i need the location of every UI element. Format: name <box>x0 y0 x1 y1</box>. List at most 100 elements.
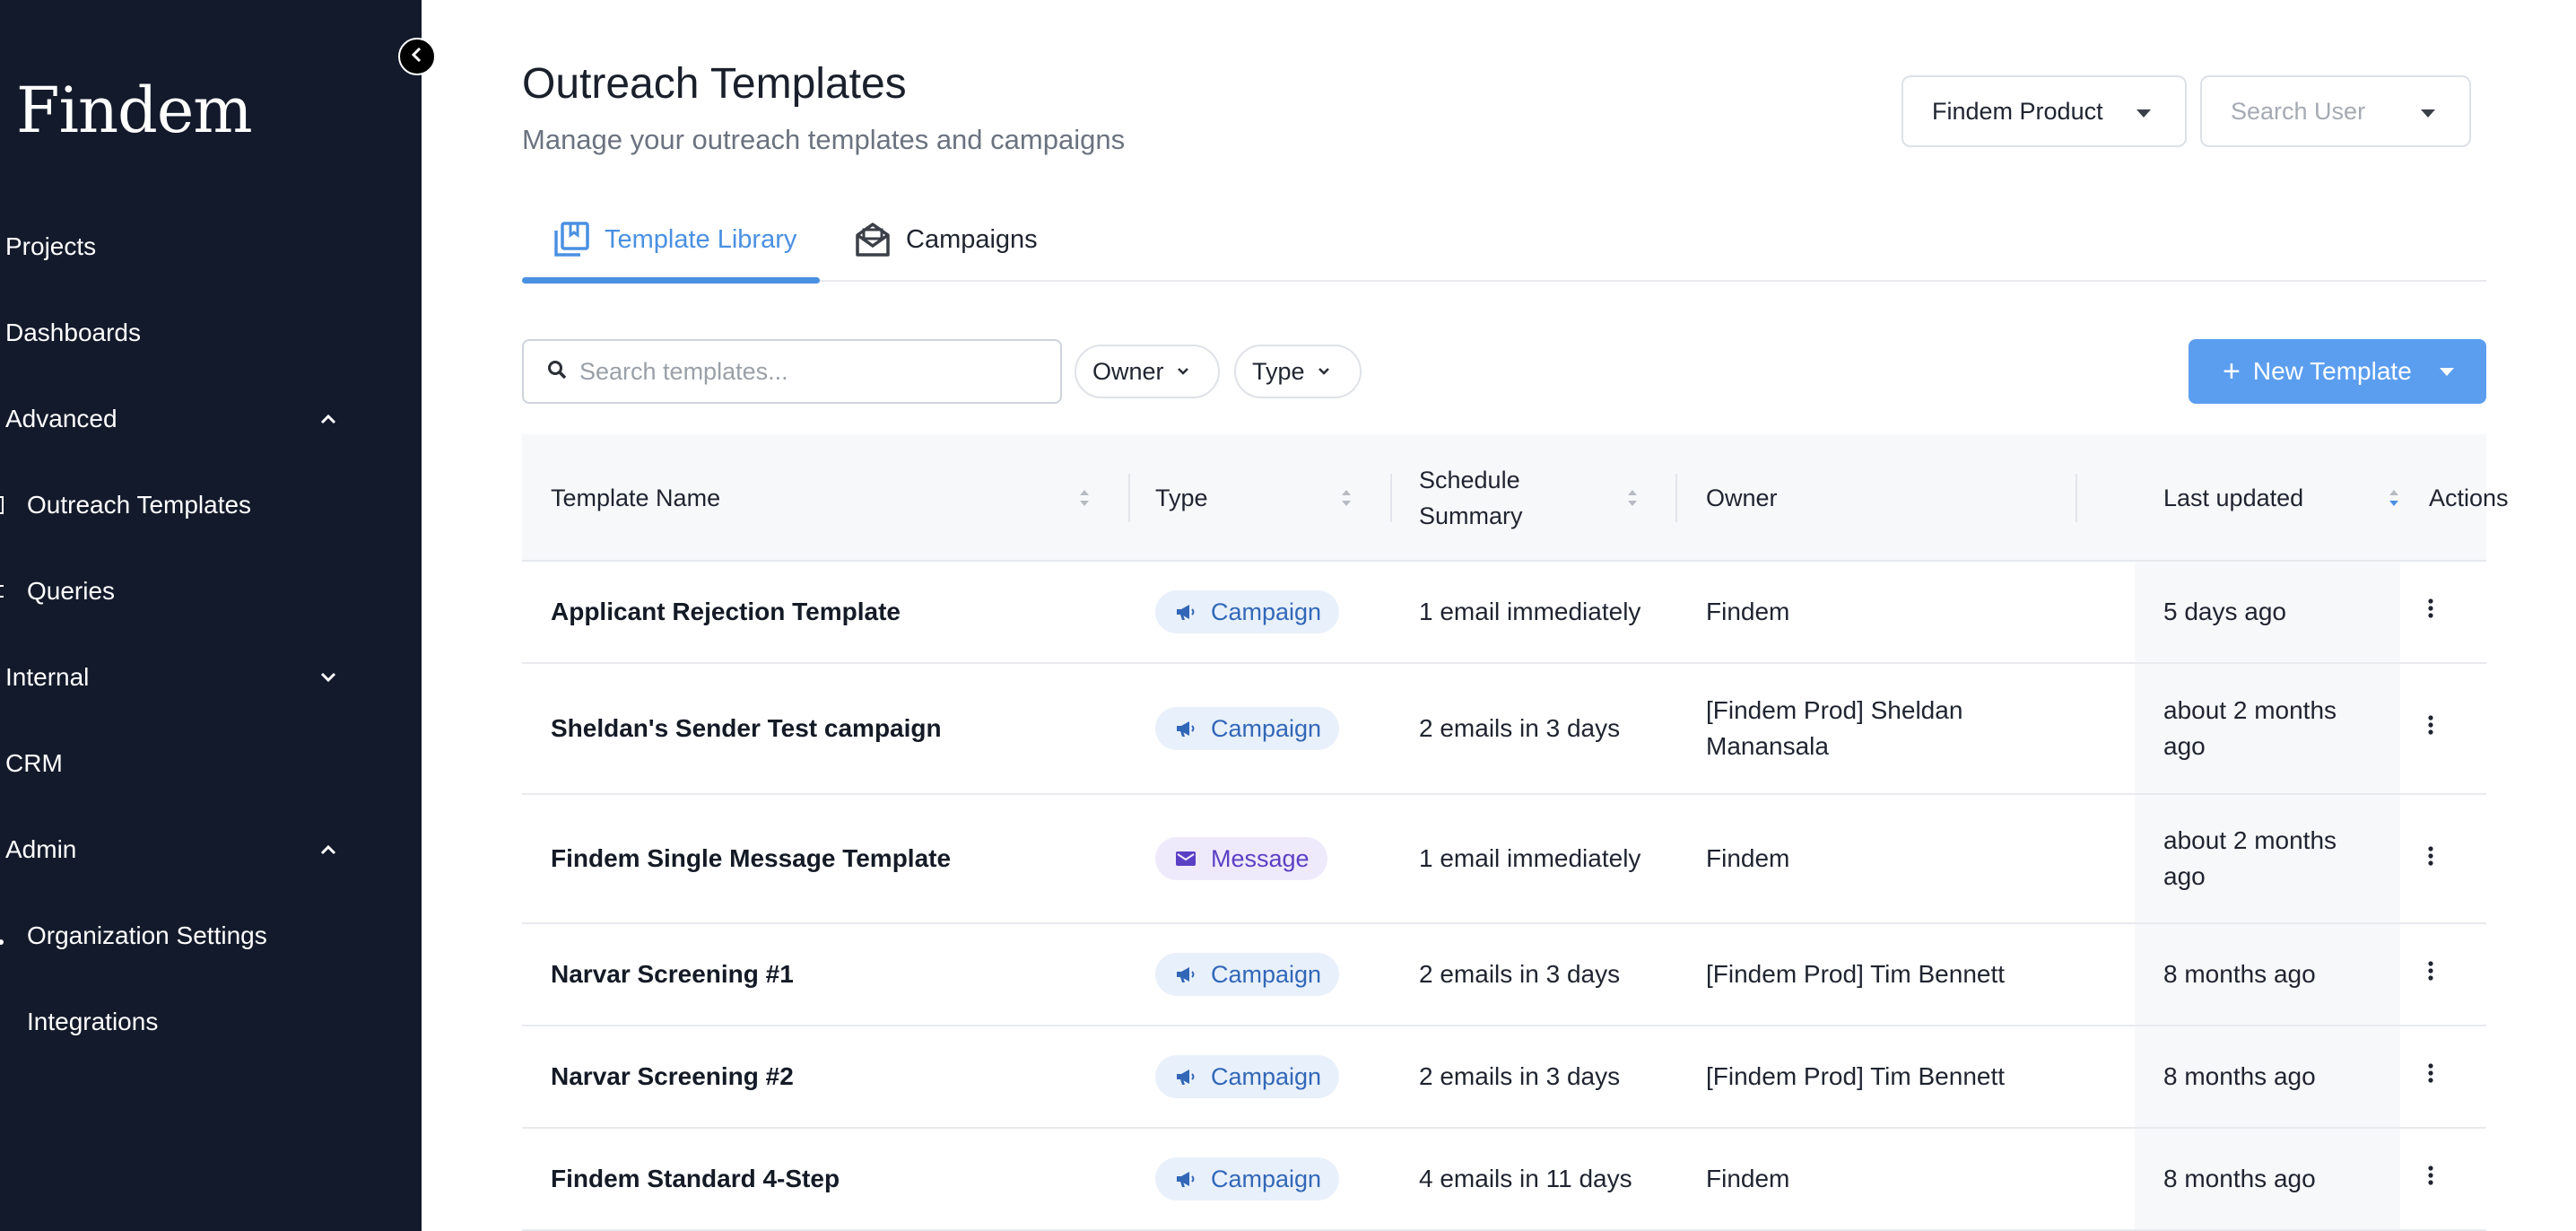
column-header-label: Template Name <box>551 484 721 511</box>
sort-icon[interactable] <box>1626 485 1639 511</box>
sidebar-item-internal[interactable]: Internal <box>0 650 359 704</box>
column-separator <box>1128 474 1130 522</box>
last-updated: 8 months ago <box>2163 1165 2316 1192</box>
table-row[interactable]: Findem Standard 4-Step Campaign 4 emails… <box>522 1129 2486 1231</box>
template-name[interactable]: Sheldan's Sender Test campaign <box>551 664 942 793</box>
sidebar-item-label: Projects <box>5 232 97 260</box>
type-cell: Campaign <box>1155 924 1340 1025</box>
type-cell: Campaign <box>1155 664 1340 793</box>
envelope-open-icon <box>854 221 892 258</box>
caret-down-icon <box>2421 109 2435 118</box>
table-row[interactable]: Findem Single Message Template Message 1… <box>522 795 2486 924</box>
template-name[interactable]: Applicant Rejection Template <box>551 562 901 662</box>
collapse-sidebar-button[interactable] <box>398 38 436 75</box>
tab-label: Template Library <box>605 224 797 254</box>
table-row[interactable]: Narvar Screening #2 Campaign 2 emails in… <box>522 1026 2486 1129</box>
sidebar-item-outreach-templates[interactable]: Outreach Templates <box>0 478 359 532</box>
user-select-placeholder: Search User <box>2231 97 2366 125</box>
column-header-type[interactable]: Type <box>1155 434 1208 562</box>
sidebar: Findem Projects Dashboards Advanced Outr… <box>0 0 422 1231</box>
owner: Findem <box>1706 598 1790 625</box>
sidebar-item-dashboards[interactable]: Dashboards <box>0 306 359 360</box>
table-row[interactable]: Sheldan's Sender Test campaign Campaign … <box>522 664 2486 795</box>
caret-down-icon <box>2137 109 2151 118</box>
more-actions-button[interactable] <box>2404 924 2458 1025</box>
sidebar-item-organization-settings[interactable]: Organization Settings <box>0 909 359 963</box>
last-updated: about 2 months ago <box>2163 696 2337 760</box>
kebab-menu-icon <box>2428 598 2433 618</box>
column-header-last-updated[interactable]: Last updated <box>2163 434 2303 562</box>
sidebar-item-label: CRM <box>5 749 63 777</box>
sort-icon[interactable] <box>1340 485 1353 511</box>
sidebar-item-advanced[interactable]: Advanced <box>0 392 359 446</box>
sort-descending-icon[interactable] <box>2388 485 2400 511</box>
sidebar-item-crm[interactable]: CRM <box>0 737 359 790</box>
search-templates-input[interactable] <box>579 357 1046 386</box>
sidebar-item-label: Queries <box>27 577 116 605</box>
sidebar-item-integrations[interactable]: Integrations <box>0 995 359 1049</box>
sidebar-item-label: Dashboards <box>5 319 141 346</box>
type-badge-label: Campaign <box>1211 598 1322 625</box>
user-select[interactable]: Search User <box>2200 75 2471 147</box>
new-template-button[interactable]: + New Template <box>2189 339 2486 404</box>
column-header-actions: Actions <box>2429 434 2509 562</box>
tab-label: Campaigns <box>906 224 1038 254</box>
chevron-up-icon <box>318 839 339 860</box>
column-separator <box>1675 474 1677 522</box>
owner: [Findem Prod] Tim Bennett <box>1706 1062 2006 1090</box>
sidebar-item-label: Organization Settings <box>27 921 267 949</box>
last-updated: 5 days ago <box>2163 598 2286 625</box>
sort-icon[interactable] <box>1078 485 1091 511</box>
more-actions-button[interactable] <box>2404 1129 2458 1229</box>
type-filter-label: Type <box>1252 357 1305 385</box>
tab-bar: Template Library Campaigns <box>522 197 2486 284</box>
last-updated: 8 months ago <box>2163 960 2316 988</box>
type-cell: Campaign <box>1155 1129 1340 1229</box>
schedule-summary: 1 email immediately <box>1419 598 1641 625</box>
type-cell: Message <box>1155 795 1327 922</box>
more-actions-button[interactable] <box>2404 664 2458 793</box>
active-tab-indicator <box>522 277 820 284</box>
template-name[interactable]: Findem Single Message Template <box>551 795 951 922</box>
table-row[interactable]: Applicant Rejection Template Campaign 1 … <box>522 562 2486 664</box>
tab-campaigns[interactable]: Campaigns <box>854 197 1038 282</box>
more-actions-button[interactable] <box>2404 562 2458 662</box>
last-updated: about 2 months ago <box>2163 826 2337 890</box>
owner: Findem <box>1706 844 1790 872</box>
chevron-up-icon <box>318 408 339 430</box>
column-header-label: Schedule Summary <box>1419 467 1523 529</box>
sidebar-item-admin[interactable]: Admin <box>0 823 359 877</box>
type-badge-campaign: Campaign <box>1155 953 1340 996</box>
tab-template-library[interactable]: Template Library <box>553 197 796 282</box>
sidebar-item-projects[interactable]: Projects <box>0 220 359 274</box>
template-name[interactable]: Narvar Screening #1 <box>551 924 794 1025</box>
search-templates-field[interactable] <box>522 339 1062 404</box>
template-name[interactable]: Findem Standard 4-Step <box>551 1129 840 1229</box>
schedule-summary: 2 emails in 3 days <box>1419 714 1621 742</box>
type-badge-campaign: Campaign <box>1155 1055 1340 1098</box>
schedule-summary: 1 email immediately <box>1419 844 1641 872</box>
owner: Findem <box>1706 1165 1790 1192</box>
column-header-template-name[interactable]: Template Name <box>551 434 720 562</box>
type-badge-message: Message <box>1155 837 1327 880</box>
main-content: Outreach Templates Manage your outreach … <box>422 0 2576 1231</box>
organization-select[interactable]: Findem Product <box>1902 75 2187 147</box>
more-actions-button[interactable] <box>2404 795 2458 922</box>
sidebar-item-queries[interactable]: Queries <box>0 564 359 618</box>
table-row[interactable]: Narvar Screening #1 Campaign 2 emails in… <box>522 924 2486 1026</box>
template-name[interactable]: Narvar Screening #2 <box>551 1026 794 1127</box>
new-template-label: New Template <box>2252 357 2412 385</box>
column-header-schedule-summary[interactable]: Schedule Summary <box>1419 434 1598 562</box>
type-badge-label: Campaign <box>1211 961 1322 988</box>
templates-table: Template Name Type Schedule Summary Owne… <box>522 434 2509 1231</box>
type-cell: Campaign <box>1155 562 1340 662</box>
column-header-label: Last updated <box>2163 484 2304 511</box>
type-cell: Campaign <box>1155 1026 1340 1127</box>
owner-filter-button[interactable]: Owner <box>1075 345 1220 398</box>
type-filter-button[interactable]: Type <box>1234 345 1362 398</box>
type-badge-label: Campaign <box>1211 715 1322 742</box>
column-header-label: Actions <box>2429 484 2509 511</box>
app-root: Findem Projects Dashboards Advanced Outr… <box>0 0 2576 1231</box>
schedule-summary: 2 emails in 3 days <box>1419 960 1621 988</box>
more-actions-button[interactable] <box>2404 1026 2458 1127</box>
